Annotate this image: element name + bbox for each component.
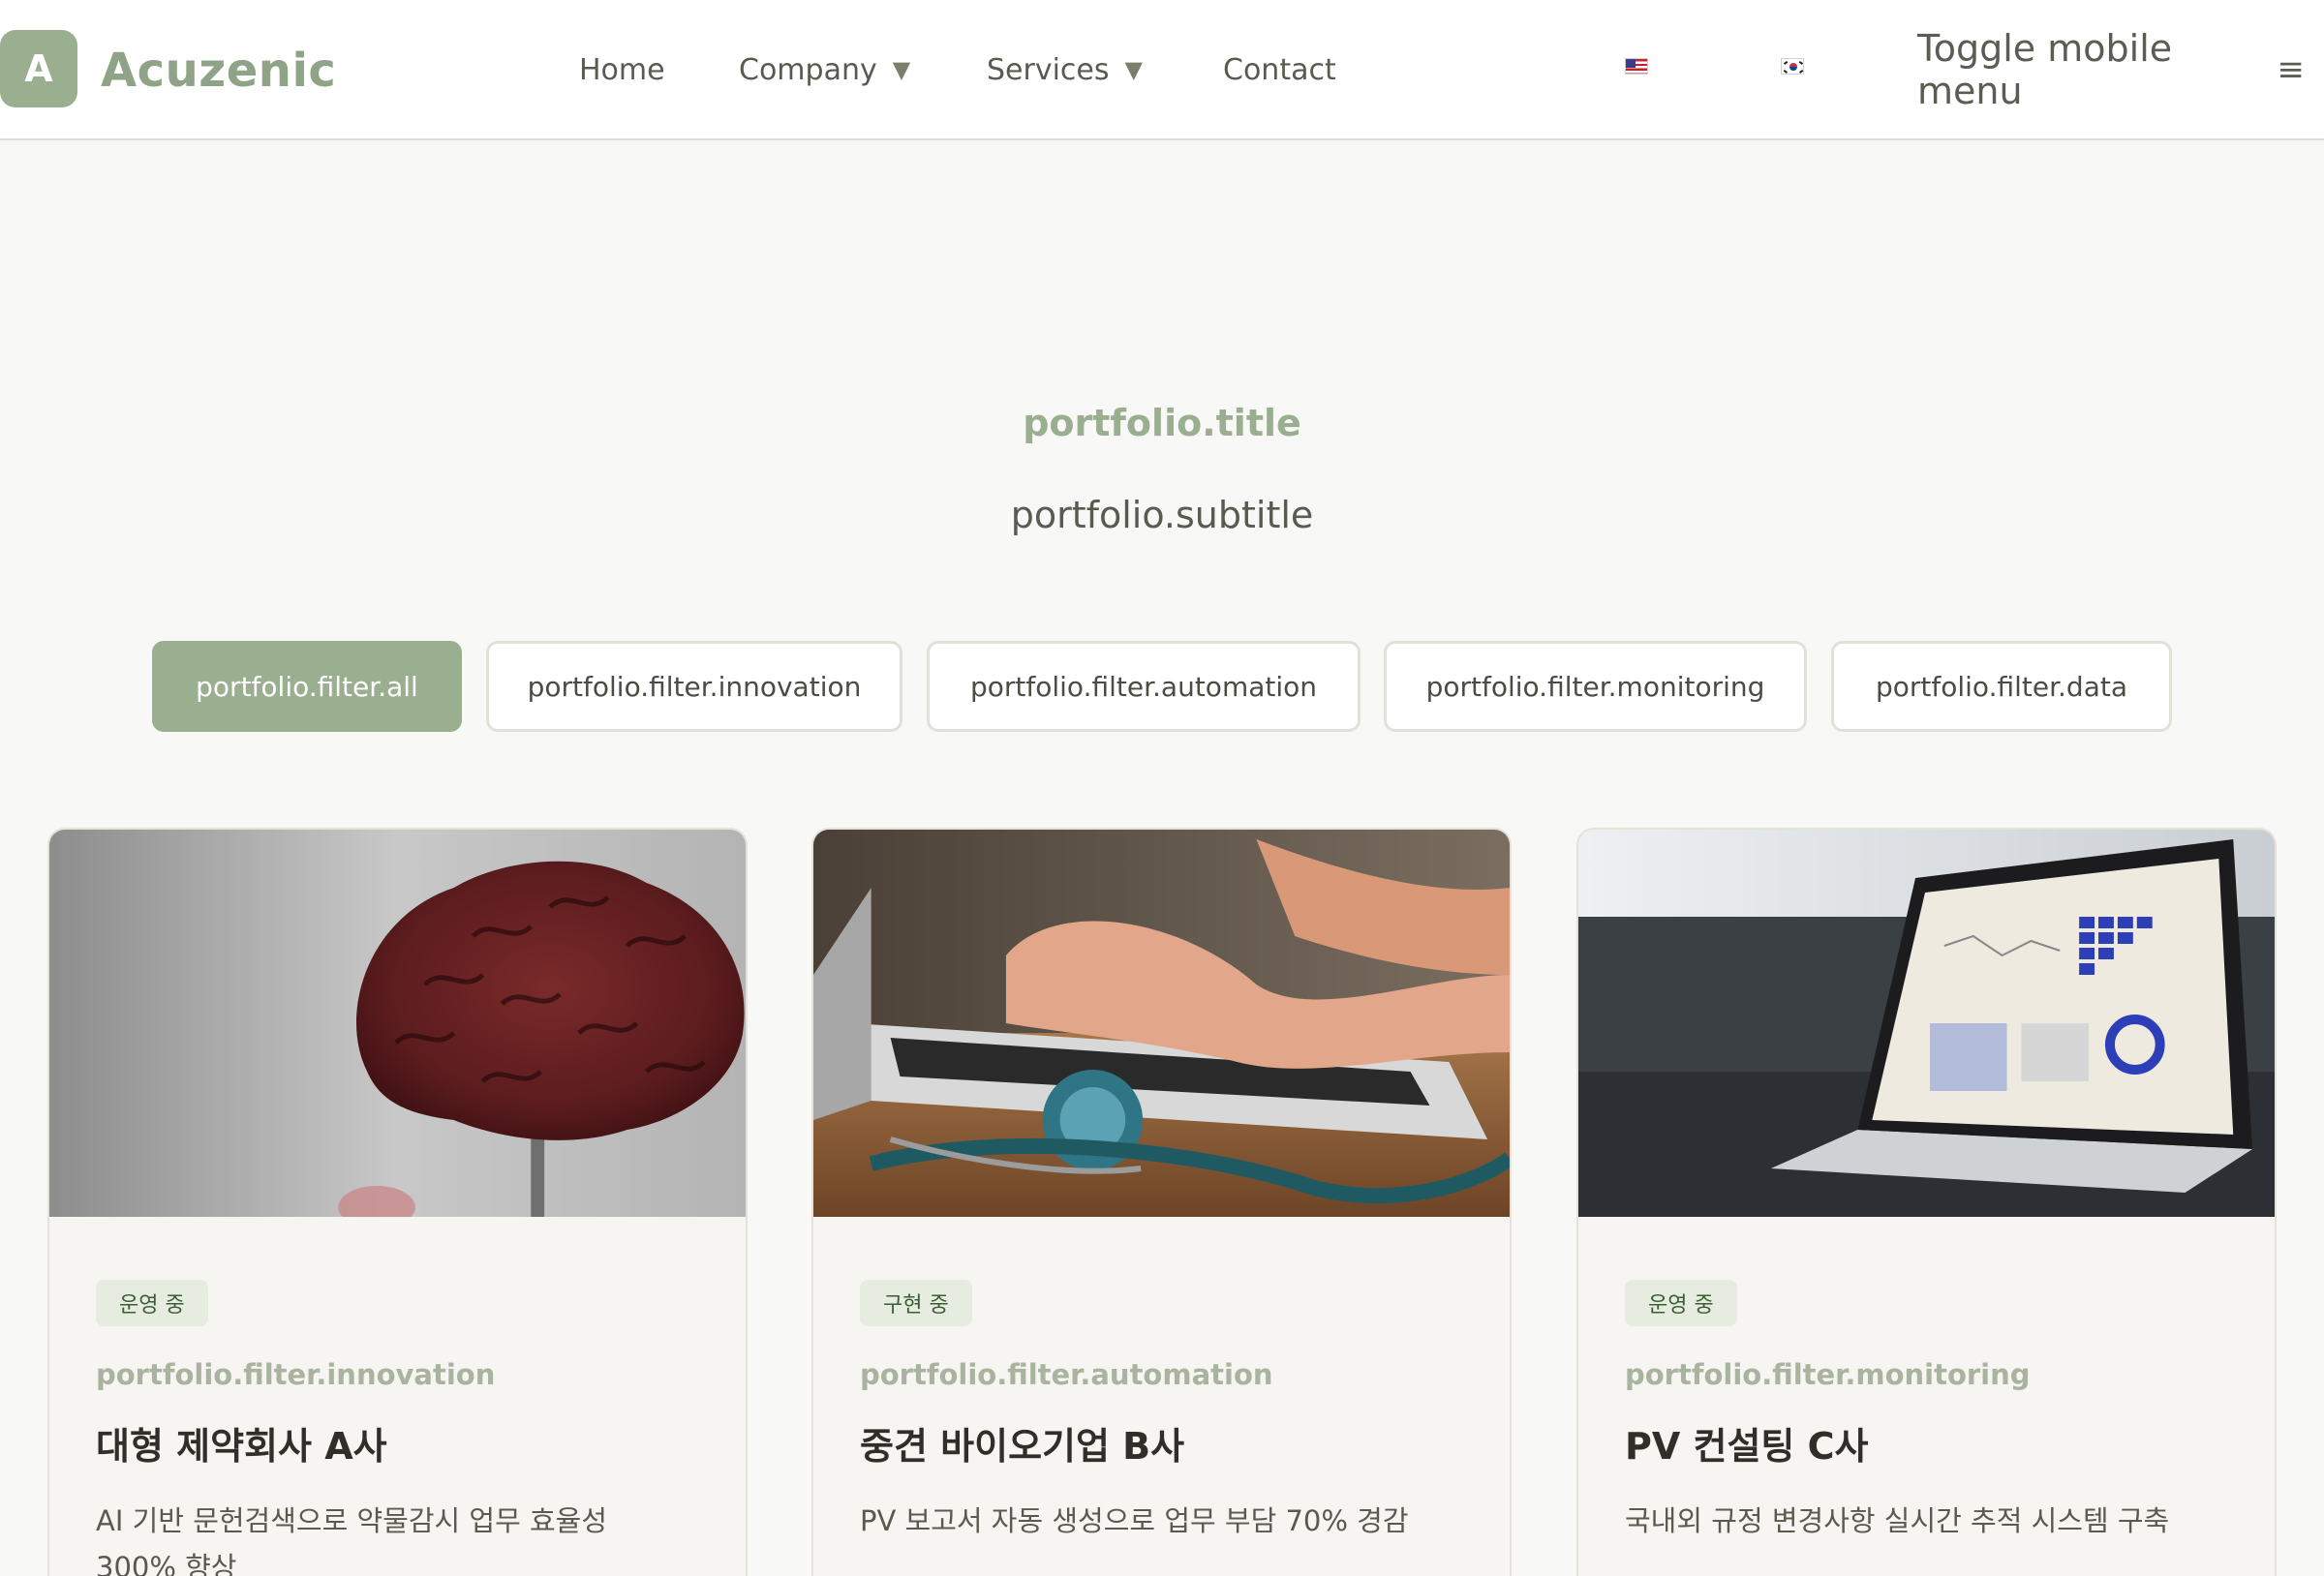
- mobile-menu-toggle-label: Toggle mobile menu: [1917, 27, 2173, 112]
- status-badge: 운영 중: [96, 1280, 208, 1326]
- nav-contact-label: Contact: [1223, 52, 1336, 87]
- brain-model-photo: [49, 830, 746, 1217]
- filter-monitoring-button[interactable]: portfolio.filter.monitoring: [1384, 641, 1807, 732]
- kr-flag-icon[interactable]: [1781, 58, 1804, 75]
- site-header: A Acuzenic Home Company ▼ Services ▼ Con…: [0, 0, 2324, 140]
- status-badge: 구현 중: [860, 1280, 972, 1326]
- card-description: 국내외 규정 변경사항 실시간 추적 시스템 구축: [1625, 1504, 2170, 1537]
- filter-innovation-button[interactable]: portfolio.filter.innovation: [486, 641, 902, 732]
- card-title: 중견 바이오기업 B사: [860, 1425, 1185, 1468]
- portfolio-card[interactable]: 운영 중 portfolio.filter.innovation 대형 제약회사…: [47, 828, 748, 1576]
- card-description: AI 기반 문헌검색으로 약물감시 업무 효율성 300% 향상: [96, 1504, 608, 1576]
- card-description: PV 보고서 자동 생성으로 업무 부담 70% 경감: [860, 1504, 1409, 1537]
- filter-automation-button[interactable]: portfolio.filter.automation: [927, 641, 1361, 732]
- filter-data-button[interactable]: portfolio.filter.data: [1831, 641, 2172, 732]
- portfolio-card[interactable]: 구현 중 portfolio.filter.automation 중견 바이오기…: [811, 828, 1512, 1576]
- hamburger-icon: ≡: [2277, 50, 2306, 89]
- nav-home-label: Home: [579, 52, 665, 87]
- nav-company[interactable]: Company ▼: [739, 43, 910, 97]
- card-title: PV 컨설팅 C사: [1625, 1425, 1869, 1468]
- nav-contact[interactable]: Contact: [1223, 43, 1336, 97]
- nav-services-label: Services: [987, 52, 1110, 87]
- nav-company-label: Company: [739, 52, 877, 87]
- nav-services[interactable]: Services ▼: [987, 43, 1143, 97]
- brand-name[interactable]: Acuzenic: [101, 37, 336, 105]
- chevron-down-icon: ▼: [892, 56, 911, 83]
- logo-mark[interactable]: A: [0, 30, 77, 107]
- status-badge: 운영 중: [1625, 1280, 1737, 1326]
- card-category: portfolio.filter.innovation: [96, 1358, 496, 1391]
- laptop-stethoscope-photo: [813, 830, 1510, 1217]
- card-category: portfolio.filter.automation: [860, 1358, 1273, 1391]
- card-title: 대형 제약회사 A사: [96, 1425, 387, 1468]
- us-flag-icon[interactable]: [1625, 58, 1648, 75]
- portfolio-card[interactable]: 운영 중 portfolio.filter.monitoring PV 컨설팅 …: [1576, 828, 2277, 1576]
- mobile-menu-toggle[interactable]: Toggle mobile menu ≡: [1917, 27, 2306, 112]
- page-subtitle: portfolio.subtitle: [1010, 494, 1314, 536]
- filter-all-button[interactable]: portfolio.filter.all: [152, 641, 462, 732]
- nav-home[interactable]: Home: [579, 43, 665, 97]
- card-category: portfolio.filter.monitoring: [1625, 1358, 2031, 1391]
- page-title: portfolio.title: [1023, 402, 1301, 444]
- chevron-down-icon: ▼: [1124, 56, 1143, 83]
- laptop-dashboard-photo: [1578, 830, 2275, 1217]
